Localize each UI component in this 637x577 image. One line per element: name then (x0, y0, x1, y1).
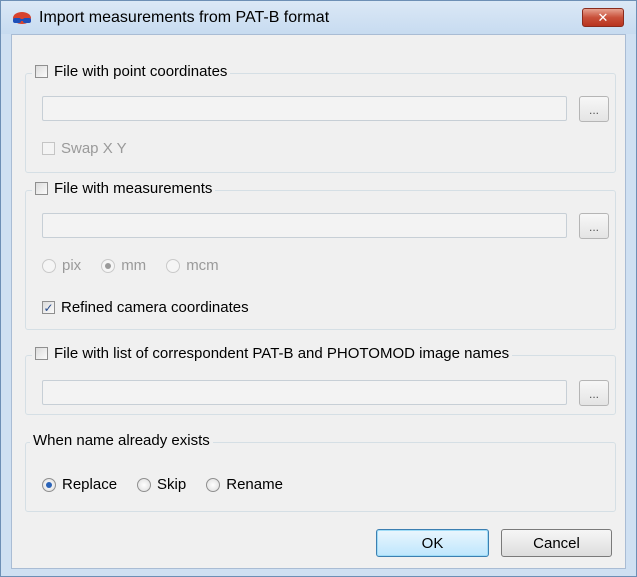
skip-radio[interactable] (137, 477, 152, 492)
image-names-checkbox[interactable] (35, 347, 48, 360)
checkmark-icon: ✓ (43, 300, 54, 315)
point-coordinates-label: File with point coordinates (54, 63, 228, 80)
window-title: Import measurements from PAT-B format (39, 9, 330, 26)
option-rename[interactable]: Rename (206, 476, 283, 493)
point-coordinates-legend: File with point coordinates (32, 63, 231, 80)
refined-coordinates-row[interactable]: ✓ Refined camera coordinates (42, 299, 249, 316)
point-coordinates-group: File with point coordinates ... Swap X Y (25, 63, 616, 173)
replace-label: Replace (62, 476, 118, 493)
swap-xy-checkbox[interactable] (42, 142, 55, 155)
replace-radio[interactable] (42, 477, 56, 492)
close-icon: ✕ (597, 9, 609, 25)
unit-label-mcm: mcm (186, 257, 219, 274)
measurements-path-input[interactable] (42, 213, 567, 238)
measurements-group: File with measurements ... pix mm mcm ✓ … (25, 180, 616, 330)
import-dialog: Import measurements from PAT-B format ✕ … (0, 0, 637, 577)
measurements-browse-button[interactable]: ... (579, 213, 609, 239)
unit-option-pix[interactable]: pix (42, 257, 81, 274)
swap-xy-row[interactable]: Swap X Y (42, 140, 127, 157)
unit-radio-mcm[interactable] (166, 258, 181, 273)
name-conflict-label: When name already exists (33, 432, 210, 449)
name-conflict-group: When name already exists Replace Skip Re… (25, 432, 616, 512)
name-conflict-options: Replace Skip Rename (42, 476, 297, 493)
unit-label-pix: pix (62, 257, 82, 274)
rename-radio[interactable] (206, 477, 221, 492)
image-names-path-input[interactable] (42, 380, 567, 405)
skip-label: Skip (157, 476, 187, 493)
measurements-legend: File with measurements (32, 180, 216, 197)
image-names-label: File with list of correspondent PAT-B an… (54, 345, 510, 362)
units-row: pix mm mcm (42, 257, 233, 274)
option-replace[interactable]: Replace (42, 476, 117, 493)
image-names-legend: File with list of correspondent PAT-B an… (32, 345, 513, 362)
image-names-browse-button[interactable]: ... (579, 380, 609, 406)
close-button[interactable]: ✕ (582, 8, 624, 27)
ok-button[interactable]: OK (376, 529, 489, 557)
title-bar[interactable]: Import measurements from PAT-B format ✕ (1, 1, 636, 34)
unit-label-mm: mm (121, 257, 147, 274)
unit-radio-pix[interactable] (42, 258, 56, 273)
dialog-body: File with point coordinates ... Swap X Y… (11, 34, 626, 569)
refined-coordinates-label: Refined camera coordinates (61, 299, 249, 316)
3d-glasses-icon (13, 12, 31, 24)
point-coordinates-checkbox[interactable] (35, 65, 48, 78)
swap-xy-label: Swap X Y (61, 140, 127, 157)
rename-label: Rename (226, 476, 283, 493)
measurements-label: File with measurements (54, 180, 213, 197)
point-coordinates-browse-button[interactable]: ... (579, 96, 609, 122)
measurements-checkbox[interactable] (35, 182, 48, 195)
refined-coordinates-checkbox[interactable]: ✓ (42, 301, 55, 314)
option-skip[interactable]: Skip (137, 476, 186, 493)
name-conflict-legend: When name already exists (30, 432, 213, 449)
point-coordinates-path-input[interactable] (42, 96, 567, 121)
unit-option-mm[interactable]: mm (101, 257, 146, 274)
image-names-group: File with list of correspondent PAT-B an… (25, 345, 616, 415)
cancel-button[interactable]: Cancel (501, 529, 612, 557)
unit-option-mcm[interactable]: mcm (166, 257, 219, 274)
unit-radio-mm[interactable] (101, 258, 116, 273)
